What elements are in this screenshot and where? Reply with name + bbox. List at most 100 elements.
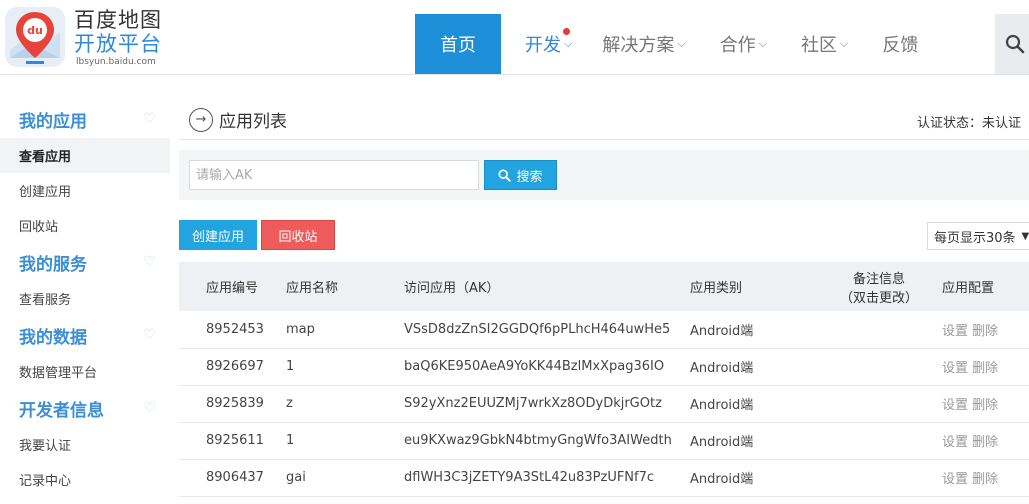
heart-icon: ♡ xyxy=(143,327,156,343)
cell-note[interactable] xyxy=(820,459,938,496)
logo-badge-text: du xyxy=(27,24,43,37)
sidebar-group-title: 我的服务 xyxy=(19,254,87,275)
delete-link[interactable]: 删除 xyxy=(972,398,998,413)
search-icon xyxy=(1005,34,1025,54)
page-title: 应用列表 xyxy=(219,112,287,132)
header-search-button[interactable] xyxy=(995,14,1029,74)
cell-name: map xyxy=(286,321,315,337)
col-note-line1: 备注信息 xyxy=(852,271,905,287)
sidebar-group-title: 我的数据 xyxy=(19,327,87,348)
col-note: 备注信息 （双击更改） xyxy=(820,262,938,311)
chevron-down-icon: ⌵ xyxy=(677,37,686,50)
col-app-type: 应用类别 xyxy=(690,281,743,296)
baidu-map-logo[interactable]: du xyxy=(4,6,66,68)
cell-ak: eu9KXwaz9GbkN4btmyGngWfo3AIWedth xyxy=(404,433,672,448)
nav-label: 开发 xyxy=(525,35,561,56)
cell-id: 8925611 xyxy=(206,433,264,448)
recycle-bin-button[interactable]: 回收站 xyxy=(261,220,335,250)
table-row: 8952453 map VSsD8dzZnSI2GGDQf6pPLhcH464u… xyxy=(179,311,1029,348)
create-app-button[interactable]: 创建应用 xyxy=(179,220,257,250)
sidebar-item-certify[interactable]: 我要认证 xyxy=(0,427,170,462)
search-panel: 搜索 xyxy=(179,150,1029,200)
action-bar: 创建应用 回收站 每页显示30条 ▼ xyxy=(179,200,1029,260)
col-ak: 访问应用（AK） xyxy=(404,281,500,296)
page-header: → 应用列表 认证状态：未认证 xyxy=(179,100,1029,140)
settings-link[interactable]: 设置 xyxy=(942,472,968,487)
delete-link[interactable]: 删除 xyxy=(972,324,998,339)
page-size-value: 每页显示30条 xyxy=(934,230,1016,246)
cell-id: 8906437 xyxy=(206,470,264,485)
delete-link[interactable]: 删除 xyxy=(972,435,998,450)
cell-type: Android端 xyxy=(690,323,754,339)
main-nav: 首页 开发 ⌵ 解决方案 ⌵ 合作 ⌵ 社区 ⌵ 反馈 xyxy=(415,14,918,74)
cell-type: Android端 xyxy=(690,435,754,450)
sidebar-group-developer-info[interactable]: 开发者信息 ♡ xyxy=(0,389,170,427)
brand-domain: lbsyun.baidu.com xyxy=(76,57,156,67)
sidebar-group-my-data[interactable]: 我的数据 ♡ xyxy=(0,316,170,354)
sidebar-group-title: 我的应用 xyxy=(19,111,87,132)
page-size-select[interactable]: 每页显示30条 ▼ xyxy=(927,222,1029,250)
brand-line1: 百度地图 xyxy=(74,8,162,32)
cell-name: z xyxy=(286,396,293,411)
brand-text[interactable]: 百度地图 开放平台 lbsyun.baidu.com xyxy=(74,8,162,68)
cell-note[interactable] xyxy=(820,422,938,459)
cert-status: 认证状态：未认证 xyxy=(917,116,1022,131)
sidebar: 我的应用 ♡ 查看应用 创建应用 回收站 我的服务 ♡ 查看服务 我的数据 ♡ … xyxy=(0,100,170,497)
cell-note[interactable] xyxy=(820,311,938,348)
nav-label: 社区 xyxy=(801,35,838,56)
nav-label: 反馈 xyxy=(882,35,919,56)
cell-type: Android端 xyxy=(690,472,754,487)
app-table: 应用编号 应用名称 访问应用（AK） 应用类别 备注信息 （双击更改） 应用配置… xyxy=(179,262,1029,497)
sidebar-item-view-services[interactable]: 查看服务 xyxy=(0,281,170,316)
cell-id: 8925839 xyxy=(206,396,264,411)
settings-link[interactable]: 设置 xyxy=(942,324,968,339)
settings-link[interactable]: 设置 xyxy=(942,361,968,376)
nav-label: 解决方案 xyxy=(602,35,675,56)
ak-search-input[interactable] xyxy=(189,160,479,190)
sidebar-group-my-apps[interactable]: 我的应用 ♡ xyxy=(0,100,170,138)
sidebar-item-recycle-bin[interactable]: 回收站 xyxy=(0,208,170,243)
brand-line2: 开放平台 xyxy=(74,32,162,56)
col-config: 应用配置 xyxy=(942,281,995,296)
main-content: → 应用列表 认证状态：未认证 搜索 创建应用 回收站 每页显示30条 ▼ 应用… xyxy=(179,100,1029,497)
delete-link[interactable]: 删除 xyxy=(972,361,998,376)
search-button[interactable]: 搜索 xyxy=(484,160,557,190)
top-header: du 百度地图 开放平台 lbsyun.baidu.com 首页 开发 ⌵ 解决… xyxy=(0,0,1029,75)
search-button-label: 搜索 xyxy=(516,169,543,185)
sidebar-group-my-services[interactable]: 我的服务 ♡ xyxy=(0,243,170,281)
table-row: 8906437 gai dflWH3C3jZETY9A3StL42u83PzUF… xyxy=(179,459,1029,496)
search-icon xyxy=(498,168,512,182)
cell-ak: baQ6KE950AeA9YoKK44BzlMxXpag36IO xyxy=(404,359,665,374)
cell-note[interactable] xyxy=(820,348,938,385)
nav-label: 首页 xyxy=(440,35,476,56)
cell-name: 1 xyxy=(286,359,295,374)
table-header-row: 应用编号 应用名称 访问应用（AK） 应用类别 备注信息 （双击更改） 应用配置 xyxy=(179,262,1029,311)
settings-link[interactable]: 设置 xyxy=(942,398,968,413)
nav-feedback[interactable]: 反馈 xyxy=(882,14,918,74)
heart-icon: ♡ xyxy=(143,254,156,270)
nav-cooperation[interactable]: 合作 ⌵ xyxy=(720,14,767,74)
nav-community[interactable]: 社区 ⌵ xyxy=(801,14,848,74)
delete-link[interactable]: 删除 xyxy=(972,472,998,487)
sidebar-item-data-platform[interactable]: 数据管理平台 xyxy=(0,354,170,389)
cell-type: Android端 xyxy=(690,398,754,413)
cell-name: gai xyxy=(286,470,306,485)
sidebar-item-view-apps[interactable]: 查看应用 xyxy=(0,138,170,173)
sidebar-item-create-app[interactable]: 创建应用 xyxy=(0,173,170,208)
nav-develop[interactable]: 开发 ⌵ xyxy=(525,14,572,74)
sidebar-item-records[interactable]: 记录中心 xyxy=(0,462,170,497)
nav-solutions[interactable]: 解决方案 ⌵ xyxy=(602,14,685,74)
cell-actions: 设置 删除 xyxy=(938,422,1029,459)
table-row: 8926697 1 baQ6KE950AeA9YoKK44BzlMxXpag36… xyxy=(179,348,1029,385)
nav-home[interactable]: 首页 xyxy=(415,14,501,74)
settings-link[interactable]: 设置 xyxy=(942,435,968,450)
cell-actions: 设置 删除 xyxy=(938,311,1029,348)
nav-label: 合作 xyxy=(719,35,756,56)
cell-name: 1 xyxy=(286,433,295,448)
cell-note[interactable] xyxy=(820,385,938,422)
col-app-id: 应用编号 xyxy=(206,281,259,296)
sidebar-group-title: 开发者信息 xyxy=(19,400,104,421)
heart-icon: ♡ xyxy=(143,400,156,416)
col-note-line2: （双击更改） xyxy=(839,290,918,306)
col-app-name: 应用名称 xyxy=(286,281,339,296)
